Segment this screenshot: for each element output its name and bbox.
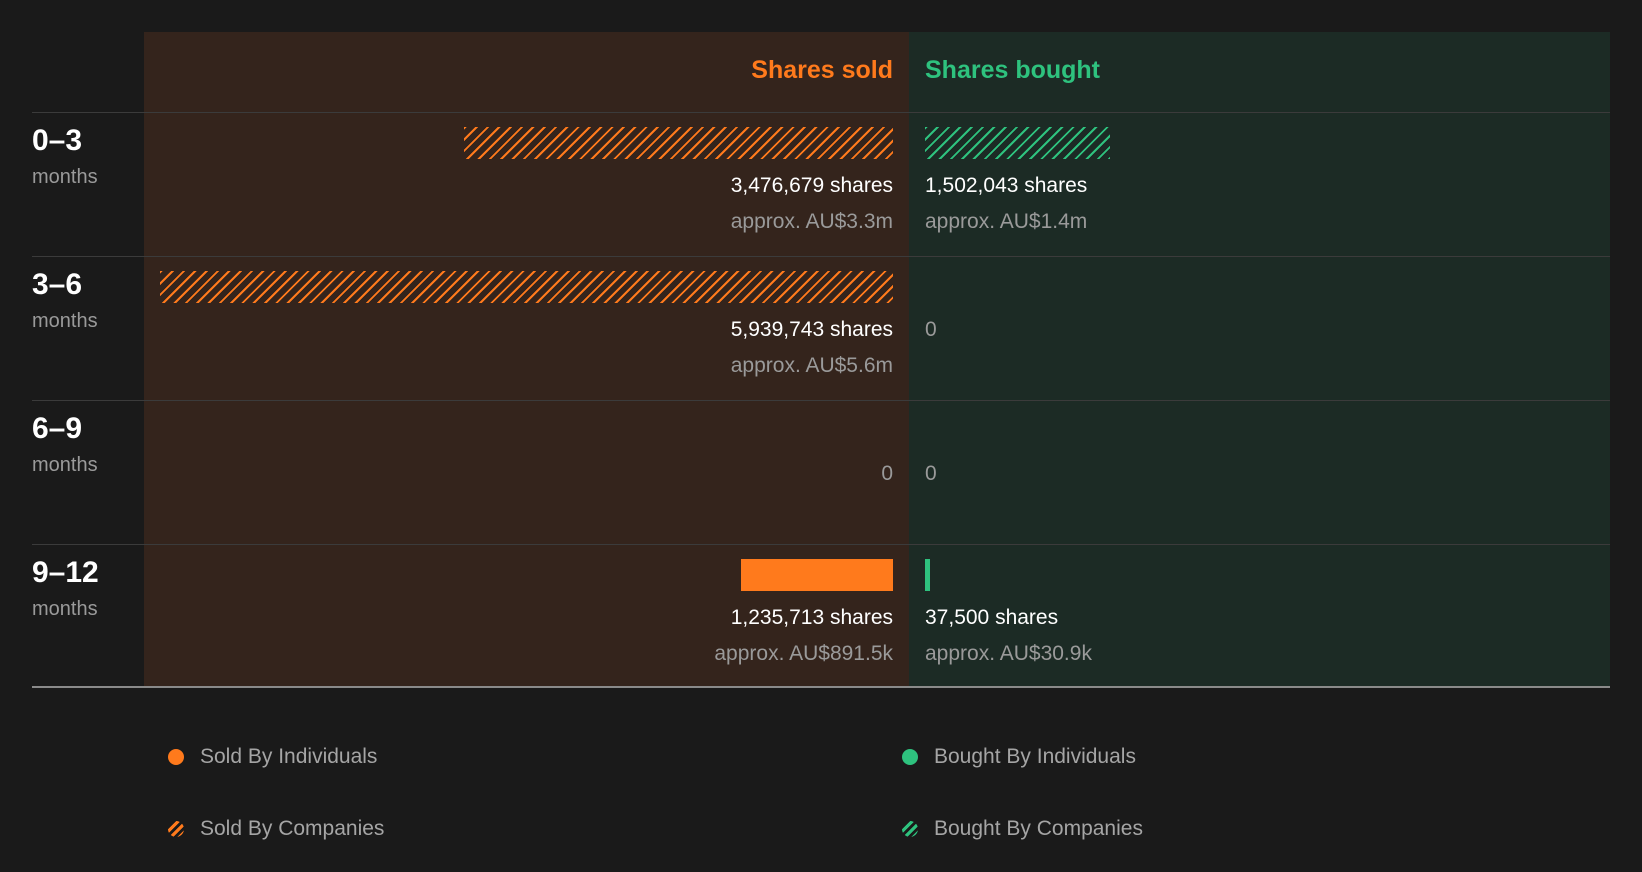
row-label: 6–9 months (32, 412, 98, 478)
bought-zero-value: 0 (925, 318, 937, 341)
shares-sold-header: Shares sold (751, 56, 893, 84)
bought-shares-value: 1,502,043 shares (925, 174, 1088, 197)
shares-bought-header: Shares bought (925, 56, 1101, 84)
bought-zero-value: 0 (925, 462, 937, 485)
bought-bar (925, 559, 930, 591)
bought-approx-value: approx. AU$1.4m (925, 210, 1088, 233)
sold-approx-value: approx. AU$5.6m (730, 354, 893, 377)
row-divider (32, 256, 1610, 257)
sold-shares-value: 5,939,743 shares (730, 318, 893, 341)
sold-shares-value: 1,235,713 shares (730, 606, 893, 629)
row-range: 6–9 (32, 412, 83, 445)
header-divider (32, 112, 1610, 113)
legend-swatch-sold-ind-icon (168, 749, 184, 765)
legend-label: Bought By Companies (934, 817, 1143, 840)
row-label: 9–12 months (32, 556, 99, 622)
row-range: 3–6 (32, 268, 83, 301)
legend-label: Sold By Companies (200, 817, 385, 840)
chart-baseline (32, 686, 1610, 688)
bought-bar (925, 127, 1110, 159)
sold-bar (741, 559, 893, 591)
row-label: 0–3 months (32, 124, 98, 190)
row-range: 0–3 (32, 124, 83, 157)
legend-label: Sold By Individuals (200, 745, 378, 768)
legend-swatch-bought-ind-icon (902, 749, 918, 765)
row-unit: months (32, 598, 98, 620)
row-unit: months (32, 166, 98, 188)
bought-shares-value: 37,500 shares (925, 606, 1059, 629)
sold-approx-value: approx. AU$3.3m (730, 210, 893, 233)
legend-swatch-bought-comp-icon (902, 821, 918, 837)
legend-item-sold-ind: Sold By Individuals (168, 743, 377, 771)
row-divider (32, 544, 1610, 545)
sold-bar (464, 127, 893, 159)
row-range: 9–12 (32, 556, 99, 589)
row-label: 3–6 months (32, 268, 98, 334)
sold-zero-value: 0 (881, 462, 893, 485)
legend-item-bought-comp: Bought By Companies (902, 815, 1143, 843)
row-divider (32, 400, 1610, 401)
bought-approx-value: approx. AU$30.9k (925, 642, 1092, 665)
row-unit: months (32, 310, 98, 332)
row-unit: months (32, 454, 98, 476)
legend-item-sold-comp: Sold By Companies (168, 815, 384, 843)
legend-item-bought-ind: Bought By Individuals (902, 743, 1136, 771)
sold-shares-value: 3,476,679 shares (730, 174, 893, 197)
legend-swatch-sold-comp-icon (168, 821, 184, 837)
sold-bar (160, 271, 893, 303)
legend-label: Bought By Individuals (934, 745, 1136, 768)
sold-approx-value: approx. AU$891.5k (714, 642, 893, 665)
